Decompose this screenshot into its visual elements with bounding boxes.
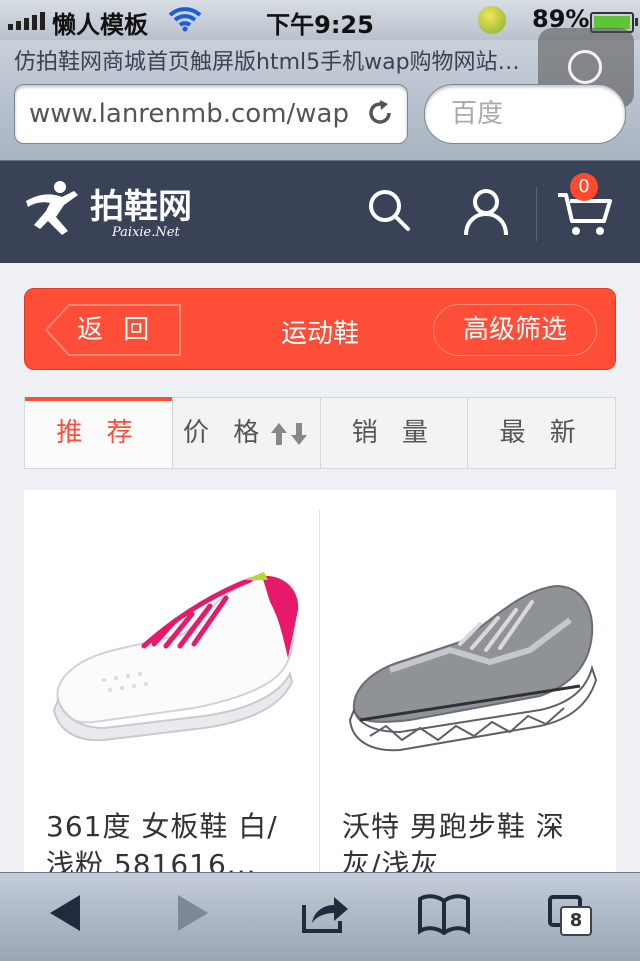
tab-label: 最 新 [499,418,584,448]
url-field[interactable] [14,84,408,144]
sort-tabs: 推 荐 价 格 销 量 最 新 [24,397,616,469]
bookmarks-icon[interactable] [418,891,470,935]
search-field[interactable] [424,84,626,144]
user-icon[interactable] [462,187,510,237]
product-card[interactable]: 沃特 男跑步鞋 深灰/浅灰 [320,490,616,880]
sync-icon [478,6,506,34]
forward-arrow-icon[interactable] [176,891,212,935]
tab-label: 推 荐 [56,418,141,448]
share-icon[interactable] [300,891,350,935]
circle-icon [568,50,602,84]
product-image [52,572,299,742]
url-input[interactable] [27,95,361,133]
product-name: 361度 女板鞋 白/浅粉 581616... [46,810,278,880]
cart-count-badge: 0 [570,173,598,201]
runner-logo-icon [26,181,78,235]
category-title-bar: 返 回 运动鞋 高级筛选 [24,288,616,370]
browser-chrome: 仿拍鞋网商城首页触屏版html5手机wap购物网站模... [0,28,640,161]
browser-toolbar [0,872,640,961]
site-logo[interactable]: 拍鞋网 Paixie.Net [22,179,192,240]
product-card[interactable]: 361度 女板鞋 白/浅粉 581616... [24,490,320,880]
tab-price[interactable]: 价 格 [173,398,321,468]
tab-recommended[interactable]: 推 荐 [25,397,173,468]
product-grid: 361度 女板鞋 白/浅粉 581616... 沃特 男跑步鞋 深灰/浅灰 [24,490,616,880]
product-image [348,584,598,752]
tab-newest[interactable]: 最 新 [468,398,615,468]
advanced-filter-button[interactable]: 高级筛选 [433,304,597,356]
back-arrow-icon[interactable] [46,891,82,935]
brand-name: 拍鞋网 [90,187,192,227]
page-title: 仿拍鞋网商城首页触屏版html5手机wap购物网站模... [14,50,534,75]
reload-icon[interactable] [365,98,395,128]
brand-subtitle: Paixie.Net [112,225,180,240]
search-input[interactable] [449,95,613,133]
sort-arrows-icon [271,422,308,445]
tab-sales[interactable]: 销 量 [321,398,469,468]
tab-label: 销 量 [351,418,436,448]
tab-label: 价 格 [182,418,268,448]
search-icon[interactable] [366,187,412,233]
tabs-count-badge[interactable]: 8 [560,906,592,936]
header-divider [536,187,537,241]
product-name: 沃特 男跑步鞋 深灰/浅灰 [342,810,565,880]
site-header: 拍鞋网 Paixie.Net 0 [0,161,640,263]
